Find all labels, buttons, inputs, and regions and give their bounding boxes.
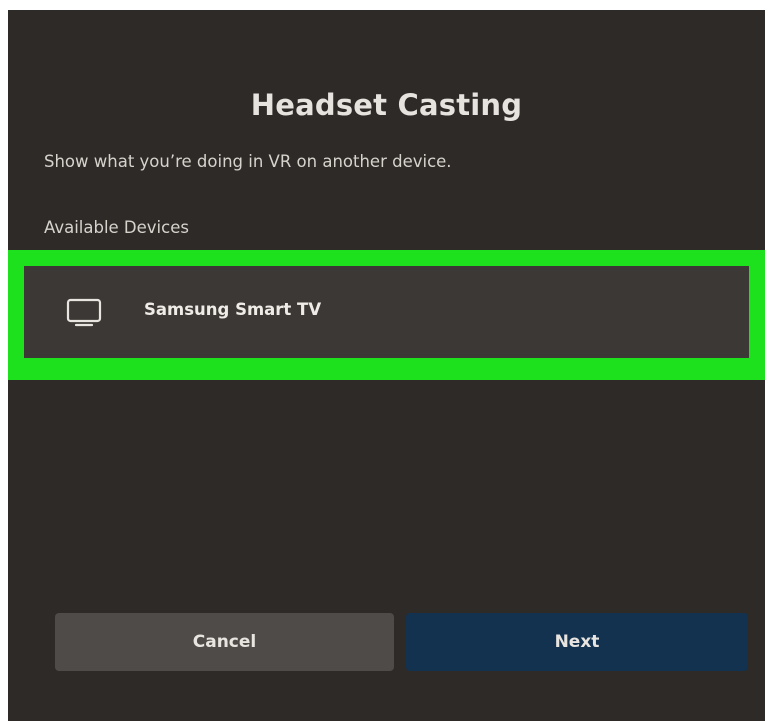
- next-button[interactable]: Next: [406, 613, 748, 671]
- selected-device-highlight: Samsung Smart TV: [8, 250, 765, 380]
- dialog-title: Headset Casting: [250, 88, 523, 122]
- next-button-label: Next: [554, 632, 600, 652]
- available-devices-label: Available Devices: [44, 218, 189, 237]
- device-name: Samsung Smart TV: [144, 300, 322, 319]
- cancel-button[interactable]: Cancel: [55, 613, 394, 671]
- headset-casting-dialog: Headset Casting Show what you’re doing i…: [8, 10, 765, 721]
- tv-icon: [66, 298, 106, 330]
- device-item-samsung-smart-tv[interactable]: Samsung Smart TV: [24, 266, 749, 358]
- dialog-subtitle: Show what you’re doing in VR on another …: [44, 152, 452, 171]
- cancel-button-label: Cancel: [192, 632, 257, 652]
